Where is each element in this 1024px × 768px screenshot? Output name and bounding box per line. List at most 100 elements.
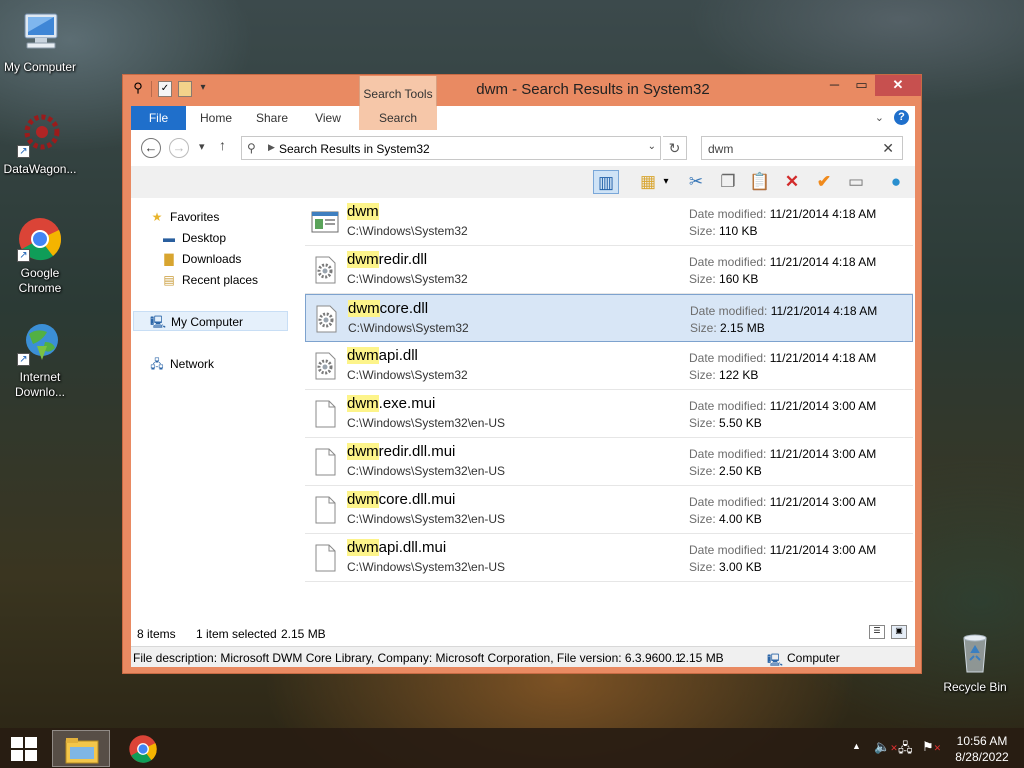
address-text: Search Results in System32 bbox=[279, 142, 430, 156]
file-name-rest: api.dll.mui bbox=[378, 539, 447, 556]
properties-folder-icon[interactable]: ▦ bbox=[635, 170, 661, 194]
date-modified-value: 11/21/2014 4:18 AM bbox=[770, 304, 878, 318]
tray-overflow-chevron-icon[interactable]: ▲ bbox=[852, 741, 861, 755]
close-button[interactable]: ✕ bbox=[875, 75, 921, 96]
file-name: dwmredir.dll.mui bbox=[347, 443, 455, 460]
qat-separator bbox=[151, 81, 152, 97]
downloads-folder-icon: ▇ bbox=[164, 252, 174, 266]
clear-search-icon[interactable]: ✕ bbox=[882, 140, 894, 157]
result-row[interactable]: dwm C:\Windows\System32 Date modified: 11/… bbox=[305, 198, 913, 246]
windows-logo-icon bbox=[11, 750, 23, 761]
file-name-rest: redir.dll bbox=[378, 251, 428, 268]
file-description: File description: Microsoft DWM Core Lib… bbox=[133, 651, 682, 665]
search-results-list: dwm C:\Windows\System32 Date modified: 11/… bbox=[305, 198, 913, 618]
refresh-button[interactable]: ↻ bbox=[663, 136, 687, 160]
recent-locations-chevron-icon[interactable]: ▾ bbox=[199, 140, 205, 153]
chrome-icon: ↗ bbox=[17, 216, 63, 262]
delete-icon[interactable]: ✕ bbox=[779, 170, 805, 194]
datawagon-icon: ↗ bbox=[17, 112, 63, 158]
nav-downloads[interactable]: ▇ Downloads bbox=[161, 249, 241, 269]
breadcrumb-arrow-icon[interactable]: ▶ bbox=[268, 142, 275, 153]
desktop-icon-label: DataWagon... bbox=[3, 162, 77, 176]
back-button[interactable]: ← bbox=[141, 138, 161, 158]
nav-label: Network bbox=[170, 357, 215, 371]
tab-home[interactable]: Home bbox=[191, 106, 241, 130]
paste-icon[interactable]: 📋 bbox=[747, 170, 773, 194]
maximize-button[interactable]: ▭ bbox=[848, 75, 875, 96]
desktop-icon-datawagon[interactable]: ↗ DataWagon... bbox=[0, 112, 80, 177]
nav-label: Desktop bbox=[182, 231, 227, 245]
desktop-icon-my-computer[interactable]: My Computer bbox=[0, 10, 80, 75]
file-path: C:\Windows\System32 bbox=[347, 368, 468, 382]
result-row[interactable]: dwmapi.dll.mui C:\Windows\System32\en-US D… bbox=[305, 534, 913, 582]
nav-favorites[interactable]: ★ Favorites bbox=[149, 207, 220, 227]
preview-pane-button[interactable]: ▥ bbox=[593, 170, 619, 194]
result-row[interactable]: dwm.exe.mui C:\Windows\System32\en-US Date… bbox=[305, 390, 913, 438]
date-modified: Date modified: 11/21/2014 4:18 AM bbox=[689, 351, 876, 365]
selection-size: 2.15 MB bbox=[281, 627, 326, 641]
help-icon[interactable]: ? bbox=[894, 110, 909, 125]
details-view-button[interactable]: ☰ bbox=[869, 625, 885, 639]
command-toolbar: ▥ ▦ ▾ ✂ ❐ 📋 ✕ ✔ ▭ ● bbox=[131, 166, 915, 198]
size-label: Size: bbox=[689, 368, 716, 382]
up-arrow-icon[interactable]: ↑ bbox=[219, 137, 226, 153]
toolbar-chevron-icon[interactable]: ▾ bbox=[659, 170, 673, 194]
network-status-icon[interactable]: 🖧 bbox=[898, 739, 913, 755]
forward-button[interactable]: → bbox=[169, 138, 189, 158]
desktop-icon-recycle-bin[interactable]: Recycle Bin bbox=[935, 630, 1015, 695]
result-row[interactable]: dwmapi.dll C:\Windows\System32 Date modifi… bbox=[305, 342, 913, 390]
large-icons-view-button[interactable]: ▣ bbox=[891, 625, 907, 639]
select-icon[interactable]: ▭ bbox=[843, 170, 869, 194]
details-size: 2.15 MB bbox=[679, 651, 724, 665]
tab-search[interactable]: Search bbox=[359, 106, 437, 130]
minimize-button[interactable]: ─ bbox=[821, 75, 848, 96]
nav-desktop[interactable]: ▬ Desktop bbox=[161, 228, 226, 248]
desktop-icon-chrome[interactable]: ↗ Google Chrome bbox=[0, 216, 80, 296]
size-value: 2.15 MB bbox=[720, 321, 765, 335]
recycle-bin-icon bbox=[952, 630, 998, 676]
taskbar-file-explorer[interactable] bbox=[52, 730, 110, 767]
explorer-window: ⚲ ✓ ▾ Search Tools dwm - Search Results … bbox=[122, 74, 922, 674]
result-row[interactable]: dwmredir.dll.mui C:\Windows\System32\en-U… bbox=[305, 438, 913, 486]
start-button[interactable] bbox=[11, 737, 38, 761]
taskbar-chrome[interactable] bbox=[114, 730, 172, 767]
dll-gear-icon bbox=[311, 256, 339, 284]
file-path: C:\Windows\System32\en-US bbox=[347, 416, 506, 430]
address-bar[interactable]: ⚲ ▶ Search Results in System32 ⌄ bbox=[241, 136, 661, 160]
copy-icon[interactable]: ❐ bbox=[715, 170, 741, 194]
cut-icon[interactable]: ✂ bbox=[683, 170, 709, 194]
window-controls: ─ ▭ ✕ bbox=[821, 75, 921, 96]
result-row[interactable]: dwmcore.dll C:\Windows\System32 Date modif… bbox=[305, 294, 913, 342]
nav-network[interactable]: 🖧 Network bbox=[149, 354, 214, 374]
address-dropdown-icon[interactable]: ⌄ bbox=[648, 141, 656, 152]
rename-check-icon[interactable]: ✔ bbox=[811, 170, 837, 194]
new-folder-icon[interactable] bbox=[178, 81, 192, 97]
tab-share[interactable]: Share bbox=[247, 106, 297, 130]
file-path: C:\Windows\System32\en-US bbox=[347, 512, 506, 526]
result-row[interactable]: dwmredir.dll C:\Windows\System32 Date modi… bbox=[305, 246, 913, 294]
tab-file[interactable]: File bbox=[131, 106, 186, 130]
size-value: 160 KB bbox=[719, 272, 759, 286]
volume-muted-icon[interactable]: 🔈✕ bbox=[874, 739, 898, 755]
match-highlight: dwm bbox=[348, 300, 380, 317]
action-center-flag-icon[interactable]: ⚑✕ bbox=[922, 739, 941, 755]
desktop-icon-internet-download-manager[interactable]: ↗ Internet Downlo... bbox=[0, 320, 80, 400]
nav-my-computer[interactable]: 🖳 My Computer bbox=[133, 311, 288, 331]
title-bar[interactable]: ⚲ ✓ ▾ Search Tools dwm - Search Results … bbox=[123, 75, 921, 130]
result-row[interactable]: dwmcore.dll.mui C:\Windows\System32\en-US… bbox=[305, 486, 913, 534]
expand-ribbon-chevron-icon[interactable]: ⌄ bbox=[875, 111, 884, 124]
search-icon[interactable]: ⚲ bbox=[131, 81, 145, 97]
clock-date: 8/28/2022 bbox=[955, 750, 1009, 764]
nav-recent-places[interactable]: ▤ Recent places bbox=[161, 270, 258, 290]
shortcut-arrow-icon: ↗ bbox=[17, 145, 30, 158]
tab-view[interactable]: View bbox=[303, 106, 353, 130]
properties-icon[interactable]: ✓ bbox=[158, 81, 172, 97]
search-input[interactable]: dwm ✕ bbox=[701, 136, 903, 160]
file-size: Size: 110 KB bbox=[689, 224, 758, 238]
blank-file-icon bbox=[311, 544, 339, 572]
globe-icon[interactable]: ● bbox=[883, 170, 909, 194]
match-highlight: dwm bbox=[347, 395, 379, 412]
qat-chevron-down-icon[interactable]: ▾ bbox=[198, 81, 208, 97]
clock[interactable]: 10:56 AM 8/28/2022 bbox=[950, 733, 1014, 768]
file-size: Size: 3.00 KB bbox=[689, 560, 762, 574]
